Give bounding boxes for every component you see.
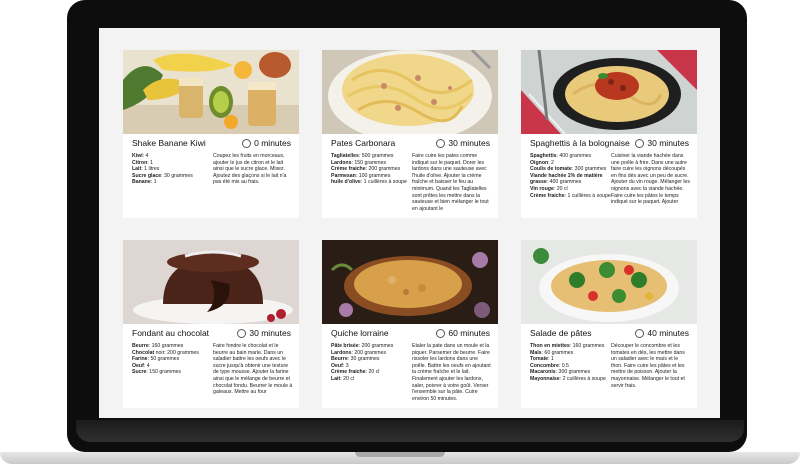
ingredient-item: Oeuf: 3 [331, 362, 349, 369]
ingredient-item: Crème fraiche: 200 grammes [331, 166, 401, 173]
recipe-time: 30 minutes [635, 138, 689, 148]
recipe-steps: Etaler la pate dans un moule et la pique… [412, 343, 491, 402]
recipe-title: Quiche lorraine [331, 328, 389, 338]
clock-icon [635, 328, 645, 338]
recipe-photo [521, 240, 697, 324]
ingredient-item: Oeuf: 4 [132, 362, 150, 369]
ingredient-item: Tagliatelles: 500 grammes [331, 153, 394, 159]
ingredient-item: Kiwi: 4 [132, 153, 149, 159]
recipe-title: Pates Carbonara [331, 138, 396, 148]
ingredient-item: Banane: 1 [132, 179, 157, 186]
ingredient-item: Spaghettis: 400 grammes [530, 153, 592, 159]
recipe-time-value: 40 minutes [647, 328, 689, 338]
ingredient-item: Tomate: 1 [530, 356, 554, 363]
clock-icon [237, 328, 247, 338]
recipe-title: Shake Banane Kiwi [132, 138, 206, 148]
ingredient-item: Lardons: 200 grammes [331, 349, 387, 356]
ingredient-item: Coulis de tomate: 300 grammes [530, 166, 607, 173]
ingredient-list: Spaghettis: 400 grammes Oignon: 2 Coulis… [530, 153, 614, 199]
recipe-steps: Cuisiner la viande hachée dans une poêle… [611, 153, 691, 206]
recipe-card[interactable]: Shake Banane Kiwi 0 minutes Kiwi: 4 Citr… [123, 50, 299, 218]
ingredient-item: Sucre: 150 grammes [132, 369, 182, 376]
ingredient-item: Crème fraiche: 20 cl [331, 369, 380, 376]
ingredient-item: Concombre: 0.5 [530, 362, 569, 369]
recipe-title: Fondant au chocolat [132, 328, 210, 338]
ingredient-item: Sucre glace: 30 grammes [132, 172, 193, 179]
recipe-photo [322, 240, 498, 324]
ingredient-item: Chocolat noir: 200 grammes [132, 349, 199, 356]
clock-icon [242, 138, 252, 148]
ingredient-item: Macaronis: 300 grammes [530, 369, 591, 376]
recipe-time: 40 minutes [635, 328, 689, 338]
recipe-steps: Faire cuire les pates comme indiqué sur … [412, 153, 489, 212]
recipe-time: 0 minutes [242, 138, 291, 148]
recipe-card[interactable]: Spaghettis à la bolognaise 30 minutes Sp… [521, 50, 697, 218]
ingredient-item: Beurre: 30 grammes [331, 356, 380, 363]
recipe-steps: Coupez les fruits en morceaux, ajouter l… [213, 153, 287, 186]
ingredient-item: Vin rouge: 20 cl [530, 185, 568, 192]
ingredient-item: Farine: 50 grammes [132, 356, 180, 363]
ingredient-list: Tagliatelles: 500 grammes Lardons: 150 g… [331, 153, 415, 186]
recipe-title: Salade de pâtes [530, 328, 592, 338]
recipe-time-value: 30 minutes [647, 138, 689, 148]
ingredient-item: Lait: 20 cl [331, 375, 355, 382]
ingredient-item: Parmesan: 100 grammes [331, 172, 391, 179]
recipe-time-value: 0 minutes [254, 138, 291, 148]
recipe-steps: Découper le concombre et les tomates en … [611, 343, 685, 389]
recipe-photo [322, 50, 498, 134]
recipe-time-value: 60 minutes [448, 328, 490, 338]
ingredient-list: Beurre: 160 grammes Chocolat noir: 200 g… [132, 343, 216, 376]
ingredient-item: Oignon: 2 [530, 159, 554, 166]
ingredient-list: Pâte brisée: 200 grammes Lardons: 200 gr… [331, 343, 415, 383]
laptop-notch [355, 452, 445, 457]
recipe-time: 30 minutes [237, 328, 291, 338]
ingredient-item: Beurre: 160 grammes [132, 343, 184, 349]
recipe-photo [521, 50, 697, 134]
recipe-photo [123, 240, 299, 324]
ingredient-item: Lait: 1 litres [132, 166, 160, 173]
recipe-time: 60 minutes [436, 328, 490, 338]
ingredient-list: Kiwi: 4 Citron: 1 Lait: 1 litres Sucre g… [132, 153, 216, 186]
recipe-card[interactable]: Quiche lorraine 60 minutes Pâte brisée: … [322, 240, 498, 408]
recipe-title: Spaghettis à la bolognaise [530, 138, 630, 148]
ingredient-item: Crème fraiche: 1 cuillères à soupe [530, 192, 611, 199]
clock-icon [635, 138, 645, 148]
clock-icon [436, 138, 446, 148]
ingredient-item: Viande hachée 1% de matière grasse: 400 … [530, 172, 603, 186]
recipe-time: 30 minutes [436, 138, 490, 148]
ingredient-item: Mayonnaise: 2 cuillères à soupe [530, 375, 606, 382]
recipe-time-value: 30 minutes [448, 138, 490, 148]
recipe-card[interactable]: Fondant au chocolat 30 minutes Beurre: 1… [123, 240, 299, 408]
recipe-time-value: 30 minutes [249, 328, 291, 338]
recipe-photo [123, 50, 299, 134]
recipe-card[interactable]: Salade de pâtes 40 minutes Thon en miett… [521, 240, 697, 408]
ingredient-item: Citron: 1 [132, 159, 154, 166]
ingredient-item: huile d'olive: 1 cuillères à soupe [331, 179, 407, 186]
ingredient-list: Thon en miettes: 160 grammes Maïs: 60 gr… [530, 343, 614, 383]
ingredient-item: Thon en miettes: 160 grammes [530, 343, 605, 349]
ingredient-item: Lardons: 150 grammes [331, 159, 387, 166]
clock-icon [436, 328, 446, 338]
recipe-steps: Faire fondre le chocolat et le beurre au… [213, 343, 293, 396]
laptop-bezel-bottom [76, 420, 744, 442]
ingredient-item: Maïs: 60 grammes [530, 349, 574, 356]
screen: Shake Banane Kiwi 0 minutes Kiwi: 4 Citr… [99, 28, 720, 418]
recipe-card[interactable]: Pates Carbonara 30 minutes Tagliatelles:… [322, 50, 498, 218]
ingredient-item: Pâte brisée: 200 grammes [331, 343, 394, 349]
